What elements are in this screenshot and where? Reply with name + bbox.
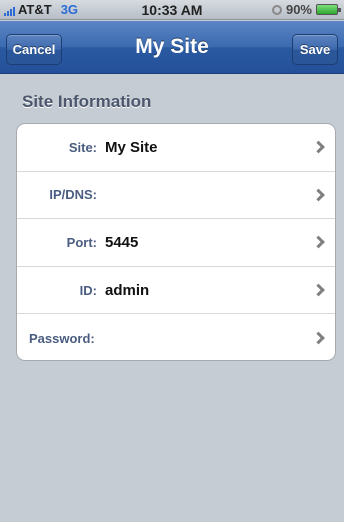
status-right: 90% xyxy=(271,2,341,17)
chevron-right-icon xyxy=(312,236,325,249)
chevron-right-icon xyxy=(312,188,325,202)
rotation-lock-icon xyxy=(271,4,282,15)
row-value: My Site xyxy=(105,138,158,156)
row-value: admin xyxy=(105,281,150,299)
row-label: IP/DNS: xyxy=(49,187,97,203)
chevron-right-icon xyxy=(312,331,325,345)
row-label: ID: xyxy=(79,282,97,298)
row-site[interactable]: Site: My Site xyxy=(17,124,335,172)
battery-icon xyxy=(316,4,341,15)
status-bar: AT&T 3G 10:33 AM 90% xyxy=(0,0,344,20)
row-label: Port: xyxy=(66,234,97,250)
chevron-right-icon xyxy=(312,283,325,297)
row-label: Site: xyxy=(68,139,97,155)
battery-percent: 90% xyxy=(285,2,312,17)
row-value: 5445 xyxy=(105,233,139,251)
row-id[interactable]: ID: admin xyxy=(17,267,335,315)
navigation-bar: Cancel My Site Save xyxy=(0,21,344,74)
site-information-group: Site: My Site IP/DNS: Port: 5445 ID: adm… xyxy=(16,123,336,361)
chevron-right-icon xyxy=(312,140,325,154)
section-header: Site Information xyxy=(22,92,152,111)
row-ip-dns[interactable]: IP/DNS: xyxy=(17,172,335,220)
row-password[interactable]: Password: xyxy=(17,314,335,360)
save-button[interactable]: Save xyxy=(292,34,338,65)
row-label: Password: xyxy=(29,330,95,346)
row-port[interactable]: Port: 5445 xyxy=(17,219,335,267)
